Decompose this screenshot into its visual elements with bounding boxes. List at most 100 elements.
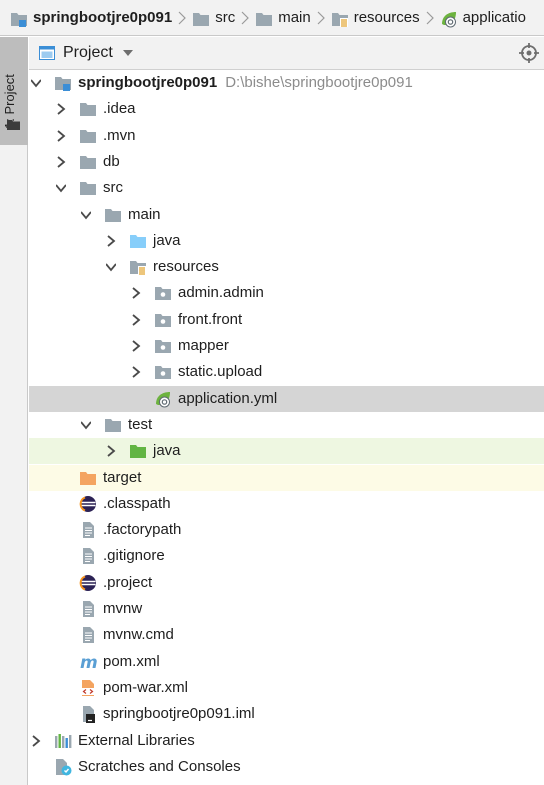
package-folder-icon bbox=[154, 311, 172, 329]
project-path-hint: D:\bishe\springbootjre0p091 bbox=[225, 74, 413, 91]
tree-node-label: .idea bbox=[103, 100, 136, 117]
expand-arrow-right-icon[interactable] bbox=[131, 340, 141, 352]
tree-node[interactable]: External Libraries bbox=[29, 728, 544, 754]
tree-node-label: pom-war.xml bbox=[103, 679, 188, 696]
tree-node[interactable]: target bbox=[29, 464, 544, 491]
maven-icon: m bbox=[79, 653, 98, 673]
expand-arrow-right-icon[interactable] bbox=[131, 366, 141, 378]
folder-icon bbox=[255, 10, 273, 26]
tree-node-label: src bbox=[103, 179, 123, 196]
expand-arrow-down-icon[interactable] bbox=[81, 419, 91, 431]
package-folder-icon bbox=[154, 363, 172, 381]
text-file-icon bbox=[79, 626, 97, 644]
spring-yml-icon bbox=[440, 10, 458, 27]
expand-arrow-right-icon[interactable] bbox=[56, 156, 66, 168]
tree-node[interactable]: main bbox=[29, 202, 544, 228]
expand-arrow-down-icon[interactable] bbox=[56, 182, 66, 194]
breadcrumb-label: resources bbox=[353, 9, 420, 26]
breadcrumb-item[interactable]: main bbox=[255, 0, 311, 35]
panel-title[interactable]: Project bbox=[63, 44, 113, 62]
tree-node-label: mvnw.cmd bbox=[103, 626, 174, 643]
tree-node[interactable]: .factorypath bbox=[29, 517, 544, 543]
package-folder-icon bbox=[154, 337, 172, 355]
eclipse-icon bbox=[79, 574, 97, 592]
tree-node[interactable]: java bbox=[29, 438, 544, 465]
tree-node[interactable]: pom-war.xml bbox=[29, 675, 544, 701]
tree-node[interactable]: src bbox=[29, 175, 544, 201]
breadcrumb-item[interactable]: src bbox=[192, 0, 235, 35]
breadcrumb-item[interactable]: resources bbox=[331, 0, 420, 35]
expand-arrow-down-icon[interactable] bbox=[31, 77, 41, 89]
tree-node[interactable]: m pom.xml bbox=[29, 649, 544, 675]
tree-node-label: mapper bbox=[178, 337, 229, 354]
tree-node[interactable]: .project bbox=[29, 570, 544, 596]
test-source-folder-icon bbox=[129, 442, 147, 460]
tree-node[interactable]: resources bbox=[29, 254, 544, 280]
breadcrumb-separator-icon bbox=[241, 11, 250, 24]
tree-node-label: test bbox=[128, 416, 152, 433]
tree-node-name: java bbox=[153, 442, 181, 460]
tree-node-name: mvnw.cmd bbox=[103, 626, 174, 644]
tree-node-label: pom.xml bbox=[103, 653, 160, 670]
tool-window-stripe: 1: Project bbox=[0, 37, 28, 785]
project-tool-tab[interactable]: 1: Project bbox=[0, 37, 28, 145]
tree-node-name: db bbox=[103, 152, 120, 170]
project-panel-header: Project bbox=[29, 37, 544, 70]
tree-node-name: .idea bbox=[103, 100, 136, 118]
tree-node-name: springbootjre0p091 bbox=[78, 74, 218, 91]
breadcrumb-item[interactable]: applicatio bbox=[440, 0, 526, 35]
iml-file-icon bbox=[79, 705, 97, 724]
expand-arrow-right-icon[interactable] bbox=[31, 734, 41, 747]
tree-node-name: External Libraries bbox=[78, 731, 195, 749]
tree-node-name: target bbox=[103, 468, 142, 486]
tree-node[interactable]: admin.admin bbox=[29, 280, 544, 306]
tree-node-label: java bbox=[153, 442, 181, 459]
expand-arrow-right-icon[interactable] bbox=[131, 313, 141, 326]
expand-arrow-right-icon[interactable] bbox=[131, 287, 141, 300]
tree-node-label: static.upload bbox=[178, 363, 262, 380]
breadcrumb-label: springbootjre0p091 bbox=[33, 9, 173, 26]
tree-node-name: Scratches and Consoles bbox=[78, 757, 241, 775]
tree-node-name: .gitignore bbox=[103, 547, 165, 565]
tree-node[interactable]: .mvn bbox=[29, 123, 544, 149]
breadcrumb-label: main bbox=[278, 9, 311, 26]
expand-arrow-right-icon[interactable] bbox=[106, 235, 116, 247]
folder-icon bbox=[104, 416, 122, 434]
tree-node[interactable]: test bbox=[29, 412, 544, 438]
tree-node-name: .classpath bbox=[103, 494, 171, 512]
expand-arrow-right-icon[interactable] bbox=[56, 129, 66, 142]
tree-node[interactable]: front.front bbox=[29, 307, 544, 333]
expand-arrow-right-icon[interactable] bbox=[56, 103, 66, 115]
tree-node[interactable]: springbootjre0p091.iml bbox=[29, 701, 544, 727]
tree-node-label: springbootjre0p091 D:\bishe\springbootjre… bbox=[78, 74, 413, 91]
breadcrumb-separator-icon bbox=[178, 11, 187, 24]
breadcrumb-item[interactable]: springbootjre0p091 bbox=[10, 0, 172, 35]
tree-node[interactable]: db bbox=[29, 149, 544, 175]
tree-node-name: .factorypath bbox=[103, 521, 182, 539]
xml-file-icon bbox=[79, 679, 97, 697]
tree-node-name: resources bbox=[153, 258, 219, 276]
tree-node[interactable]: mvnw bbox=[29, 596, 544, 622]
tree-node[interactable]: application.yml bbox=[29, 385, 544, 412]
tree-node[interactable]: static.upload bbox=[29, 359, 544, 385]
chevron-down-icon[interactable] bbox=[122, 50, 133, 56]
tree-node-label: target bbox=[103, 469, 141, 486]
resources-folder-icon bbox=[129, 258, 147, 276]
tree-node-label: db bbox=[103, 153, 120, 170]
folder-icon bbox=[7, 120, 20, 130]
tree-node[interactable]: .idea bbox=[29, 96, 544, 122]
tree-node[interactable]: java bbox=[29, 228, 544, 254]
expand-arrow-down-icon[interactable] bbox=[106, 261, 116, 273]
tree-node-label: .classpath bbox=[103, 495, 171, 512]
expand-arrow-right-icon[interactable] bbox=[106, 445, 116, 457]
tree-node[interactable]: .gitignore bbox=[29, 543, 544, 569]
tree-node[interactable]: .classpath bbox=[29, 491, 544, 517]
locate-crosshair-icon[interactable] bbox=[519, 43, 539, 63]
navigation-bar: springbootjre0p091 src main resources applic… bbox=[0, 0, 544, 36]
expand-arrow-down-icon[interactable] bbox=[81, 209, 91, 221]
tree-node[interactable]: Scratches and Consoles bbox=[29, 754, 544, 780]
tree-node[interactable]: mapper bbox=[29, 333, 544, 359]
tree-node-label: springbootjre0p091.iml bbox=[103, 705, 255, 722]
tree-node[interactable]: mvnw.cmd bbox=[29, 622, 544, 648]
tree-node[interactable]: springbootjre0p091 D:\bishe\springbootjre… bbox=[29, 70, 544, 96]
